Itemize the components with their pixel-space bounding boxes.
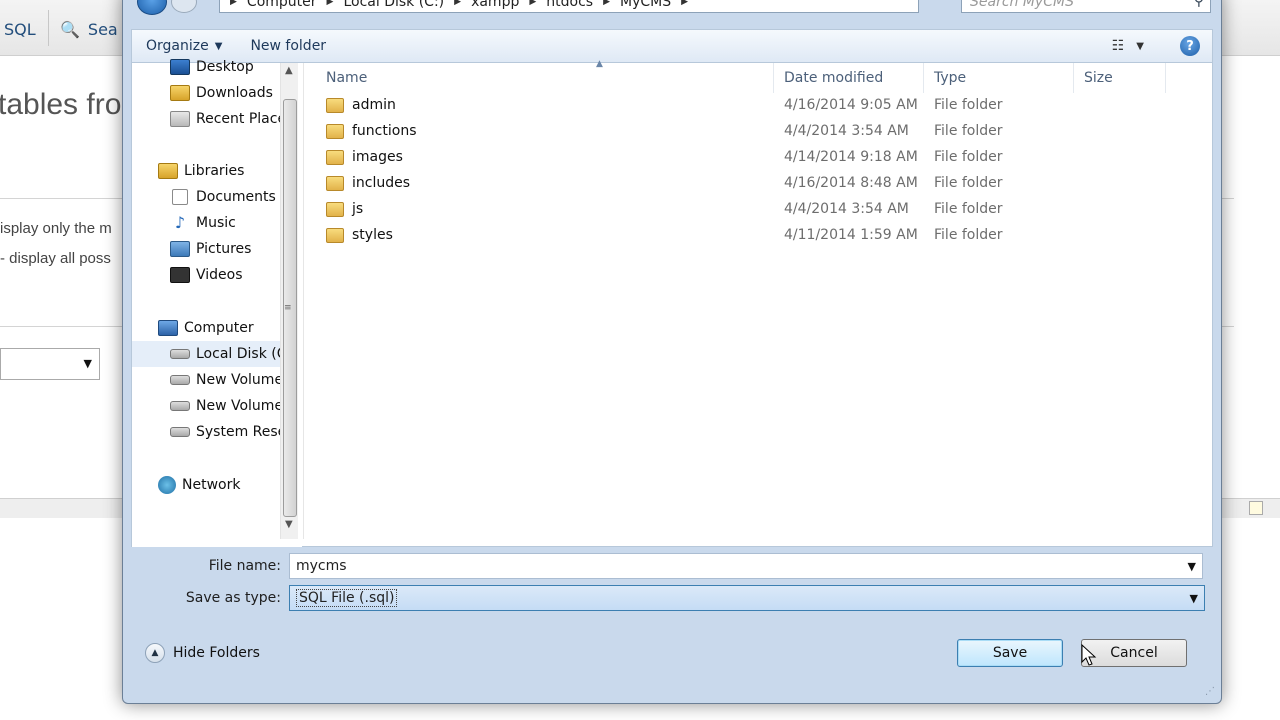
background-option-text: - display all poss bbox=[0, 250, 111, 267]
change-view-button[interactable]: ☷ ▼ bbox=[1112, 38, 1144, 54]
folder-icon bbox=[326, 201, 344, 217]
file-list: ▲ Name Date modified Type Size admin 4/1… bbox=[304, 59, 1214, 539]
background-tab-sql[interactable]: SQL bbox=[4, 12, 36, 46]
scroll-grip-icon: ≡ bbox=[284, 303, 292, 313]
address-row: ▶ Computer ▶ Local Disk (C:) ▶ xampp ▶ h… bbox=[123, 0, 1221, 21]
background-tab-separator bbox=[48, 10, 49, 46]
file-row[interactable]: admin 4/16/2014 9:05 AM File folder bbox=[304, 92, 1204, 118]
background-heading: tables fro bbox=[0, 88, 122, 121]
drive-icon bbox=[170, 401, 190, 411]
file-row[interactable]: functions 4/4/2014 3:54 AM File folder bbox=[304, 118, 1204, 144]
documents-icon bbox=[172, 189, 188, 205]
chevron-right-icon: ▶ bbox=[529, 0, 537, 7]
chevron-right-icon: ▶ bbox=[603, 0, 610, 7]
recent-places-icon bbox=[170, 111, 190, 127]
save-form: File name: mycms ▼ Save as type: SQL Fil… bbox=[131, 547, 1213, 697]
file-name-field[interactable]: mycms ▼ bbox=[289, 553, 1203, 579]
breadcrumb-item[interactable]: htdocs bbox=[546, 0, 593, 10]
details-view-icon: ☷ bbox=[1111, 38, 1125, 54]
chevron-down-icon[interactable]: ▼ bbox=[1188, 560, 1196, 573]
nav-scrollbar[interactable]: ▲ ≡ ▼ bbox=[280, 63, 298, 539]
nav-item-recent-places[interactable]: Recent Places bbox=[170, 106, 280, 132]
breadcrumb-item[interactable]: MyCMS bbox=[620, 0, 671, 10]
save-type-select[interactable]: SQL File (.sql) ▼ bbox=[289, 585, 1205, 611]
chevron-right-icon: ▶ bbox=[230, 0, 237, 7]
dialog-content: Desktop Downloads Recent Places Librarie… bbox=[131, 59, 1214, 547]
dropdown-arrow-icon: ▼ bbox=[83, 357, 92, 370]
chevron-down-icon: ▼ bbox=[214, 40, 223, 52]
breadcrumb-item[interactable]: Computer bbox=[247, 0, 317, 10]
background-tab-search[interactable]: 🔍 Sea bbox=[60, 12, 118, 46]
resize-grip-icon[interactable]: ⋰ bbox=[1205, 686, 1215, 697]
breadcrumb-item[interactable]: Local Disk (C:) bbox=[343, 0, 444, 10]
music-icon: ♪ bbox=[174, 213, 186, 232]
videos-icon bbox=[170, 267, 190, 283]
nav-item-system-reserved[interactable]: System Reserved bbox=[170, 419, 280, 445]
column-header-name[interactable]: Name bbox=[304, 63, 774, 93]
folder-icon bbox=[326, 149, 344, 165]
breadcrumb-item[interactable]: xampp bbox=[471, 0, 519, 10]
libraries-icon bbox=[158, 163, 178, 179]
search-input[interactable]: Search MyCMS ⚲ bbox=[961, 0, 1211, 13]
folder-icon bbox=[326, 97, 344, 113]
forward-button[interactable] bbox=[171, 0, 197, 13]
help-button[interactable]: ? bbox=[1180, 36, 1200, 56]
chevron-right-icon: ▶ bbox=[326, 0, 334, 7]
chevron-down-icon: ▼ bbox=[1136, 40, 1144, 52]
search-icon[interactable]: ⚲ bbox=[1194, 0, 1204, 9]
save-type-label: Save as type: bbox=[185, 590, 281, 606]
drive-icon bbox=[170, 427, 190, 437]
downloads-folder-icon bbox=[170, 85, 190, 101]
back-button[interactable] bbox=[137, 0, 167, 15]
drive-icon bbox=[170, 375, 190, 385]
breadcrumb[interactable]: ▶ Computer ▶ Local Disk (C:) ▶ xampp ▶ h… bbox=[219, 0, 919, 13]
chevron-right-icon: ▶ bbox=[454, 0, 462, 7]
nav-item-new-volume[interactable]: New Volume bbox=[170, 367, 280, 393]
chevron-down-icon[interactable]: ▼ bbox=[1190, 592, 1198, 605]
file-row[interactable]: images 4/14/2014 9:18 AM File folder bbox=[304, 144, 1204, 170]
file-row[interactable]: styles 4/11/2014 1:59 AM File folder bbox=[304, 222, 1204, 248]
folder-icon bbox=[326, 175, 344, 191]
navigation-pane: Desktop Downloads Recent Places Librarie… bbox=[132, 59, 302, 547]
folder-icon bbox=[326, 123, 344, 139]
background-option-text: isplay only the m bbox=[0, 220, 112, 237]
pictures-icon bbox=[170, 241, 190, 257]
column-header-type[interactable]: Type bbox=[924, 63, 1074, 93]
file-row[interactable]: js 4/4/2014 3:54 AM File folder bbox=[304, 196, 1204, 222]
chevron-right-icon: ▶ bbox=[681, 0, 689, 7]
local-disk-icon bbox=[170, 349, 190, 359]
hide-folders-button[interactable]: ▲ Hide Folders bbox=[145, 643, 260, 663]
file-name-label: File name: bbox=[208, 558, 281, 574]
network-icon bbox=[158, 476, 176, 494]
scroll-up-icon[interactable]: ▲ bbox=[285, 65, 293, 76]
scroll-down-icon[interactable]: ▼ bbox=[285, 519, 293, 530]
folder-icon bbox=[326, 227, 344, 243]
mouse-cursor-icon bbox=[1081, 644, 1097, 666]
search-icon: 🔍 bbox=[60, 19, 80, 39]
desktop-icon bbox=[170, 59, 190, 75]
background-select[interactable]: ▼ bbox=[0, 348, 100, 380]
nav-item-new-volume[interactable]: New Volume bbox=[170, 393, 280, 419]
nav-item-local-disk[interactable]: Local Disk (C:) bbox=[132, 341, 280, 367]
computer-icon bbox=[158, 320, 178, 336]
column-header-size[interactable]: Size bbox=[1074, 63, 1166, 93]
save-button[interactable]: Save bbox=[957, 639, 1063, 667]
file-row[interactable]: includes 4/16/2014 8:48 AM File folder bbox=[304, 170, 1204, 196]
note-icon[interactable] bbox=[1249, 501, 1263, 515]
save-as-dialog: ▶ Computer ▶ Local Disk (C:) ▶ xampp ▶ h… bbox=[122, 0, 1222, 704]
chevron-up-icon: ▲ bbox=[145, 643, 165, 663]
column-header-date[interactable]: Date modified bbox=[774, 63, 924, 93]
